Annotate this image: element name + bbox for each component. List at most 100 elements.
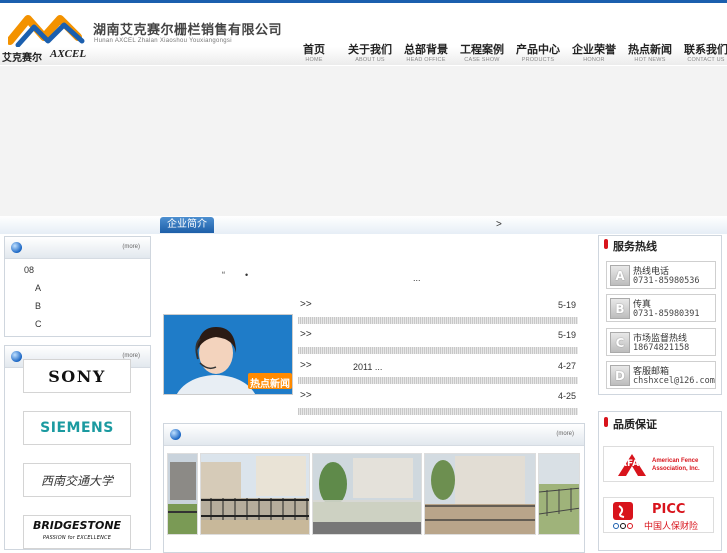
box-header: (more) — [164, 424, 584, 446]
news-title[interactable]: 2011 ... — [353, 362, 382, 372]
afa-text: American Fence Association, Inc. — [652, 458, 700, 472]
nav-about[interactable]: 关于我们 ABOUT US — [342, 43, 398, 69]
bridgestone-tagline: PASSION for EXCELLENCE — [42, 535, 112, 541]
blue-ball-icon — [11, 351, 22, 362]
case-photo-image — [168, 454, 197, 534]
nav-label: 总部背景 — [404, 43, 448, 56]
olympic-emblem-icon — [613, 502, 633, 529]
case-photo[interactable] — [538, 453, 580, 535]
axcel-logo-icon[interactable] — [8, 11, 86, 47]
contact-email[interactable]: D 客服邮箱 chshxcel@126.com — [606, 361, 716, 389]
news-date: 5-19 — [557, 330, 576, 340]
case-photo-image — [425, 454, 535, 534]
quality-title: 品质保证 — [613, 418, 657, 431]
double-arrow-icon: >> — [300, 299, 312, 310]
nav-label: 产品中心 — [516, 43, 560, 56]
contact-value: 0731-85980391 — [633, 309, 700, 319]
partner-logo-siemens[interactable]: SIEMENS — [23, 411, 131, 445]
contact-value: 0731-85980536 — [633, 276, 700, 286]
company-name-cn: 湖南艾克赛尔栅栏销售有限公司 — [93, 23, 283, 38]
nav-home[interactable]: 首页 HOME — [286, 43, 342, 69]
news-item[interactable]: >> 2011 ... 4-27 — [298, 360, 578, 374]
tree-item[interactable]: C — [35, 319, 42, 329]
double-arrow-icon: >> — [300, 390, 312, 401]
case-photo-image — [313, 454, 421, 534]
jiaotong-logo: 西南交通大学 — [40, 473, 113, 488]
letter-b-icon: B — [610, 298, 630, 319]
nav-sub: HEAD OFFICE — [406, 57, 446, 63]
red-pin-icon — [604, 239, 608, 249]
blue-ball-icon — [11, 242, 22, 253]
intro-quote: “ — [222, 270, 225, 280]
nav-contact[interactable]: 联系我们 CONTACT US — [678, 43, 727, 69]
nav-honor[interactable]: 企业荣誉 HONOR — [566, 43, 622, 69]
hot-news-photo[interactable]: 热点新闻 — [163, 314, 293, 395]
logo-text-cn: 艾克赛尔 — [2, 53, 42, 64]
case-photo-image — [539, 454, 579, 534]
nav-label: 联系我们 — [684, 43, 727, 56]
news-divider — [298, 347, 578, 354]
sony-logo: SONY — [48, 366, 106, 386]
nav-case-show[interactable]: 工程案例 CASE SHOW — [454, 43, 510, 69]
news-photo-caption: 热点新闻 — [250, 379, 290, 390]
tree-item[interactable]: A — [35, 283, 41, 293]
product-category-box: (more) 08 A B C — [4, 236, 151, 337]
bridgestone-name: BRIDGESTONE — [32, 519, 122, 532]
letter-a-icon: A — [610, 265, 630, 286]
partner-logo-jiaotong[interactable]: 西南交通大学 — [23, 463, 131, 497]
partner-logo-sony[interactable]: SONY — [23, 359, 131, 393]
blue-ball-icon — [170, 429, 181, 440]
double-arrow-icon: >> — [300, 329, 312, 340]
contact-fax[interactable]: B 传真 0731-85980391 — [606, 294, 716, 322]
tab-company-intro[interactable]: 企业简介 — [160, 217, 214, 233]
contact-value: chshxcel@126.com — [633, 376, 715, 386]
nav-hot-news[interactable]: 热点新闻 HOT NEWS — [622, 43, 678, 69]
case-photo[interactable] — [424, 453, 536, 535]
news-date: 5-19 — [557, 300, 576, 310]
nav-label: 关于我们 — [348, 43, 392, 56]
more-link[interactable]: (more) — [556, 431, 574, 437]
partner-logo-bridgestone[interactable]: BRIDGESTONE PASSION for EXCELLENCE — [23, 515, 131, 549]
news-item[interactable]: >> 5-19 — [298, 299, 578, 313]
nav-products[interactable]: 产品中心 PRODUCTS — [510, 43, 566, 69]
news-date: 4-25 — [557, 391, 576, 401]
nav-head-office[interactable]: 总部背景 HEAD OFFICE — [398, 43, 454, 69]
siemens-logo: SIEMENS — [40, 420, 114, 436]
nav-sub: HONOR — [583, 57, 605, 63]
banner-area — [0, 66, 727, 216]
case-photo[interactable] — [167, 453, 198, 535]
afa-certificate[interactable]: AFA American Fence Association, Inc. — [603, 446, 714, 482]
case-photo[interactable] — [312, 453, 422, 535]
about-marker: > — [496, 219, 502, 230]
contact-hotline[interactable]: A 热线电话 0731-85980536 — [606, 261, 716, 289]
news-divider — [298, 408, 578, 415]
nav-label: 首页 — [303, 43, 325, 56]
case-photo[interactable] — [200, 453, 310, 535]
main-nav: 首页 HOME 关于我们 ABOUT US 总部背景 HEAD OFFICE 工程案例… — [286, 43, 727, 69]
nav-sub: CASE SHOW — [464, 57, 500, 63]
nav-label: 企业荣誉 — [572, 43, 616, 56]
tree-item[interactable]: 08 — [24, 265, 34, 275]
news-date: 4-27 — [557, 361, 576, 371]
more-link[interactable]: (more) — [122, 244, 140, 250]
intro-ellipsis[interactable]: ... — [413, 273, 421, 283]
nav-sub: PRODUCTS — [521, 57, 555, 63]
contact-supervision[interactable]: C 市场监督热线 18674821158 — [606, 328, 716, 356]
logo-text-en: AXCEL — [50, 48, 87, 60]
news-item[interactable]: >> 4-25 — [298, 390, 578, 404]
nav-sub: CONTACT US — [687, 57, 725, 63]
section-stripe — [0, 216, 727, 234]
tree-item[interactable]: B — [35, 301, 41, 311]
red-pin-icon — [604, 417, 608, 427]
picc-mark: PICC — [652, 502, 686, 517]
site-header: 艾克赛尔 AXCEL 湖南艾克赛尔栅栏销售有限公司 Hunan AXCEL Zh… — [0, 3, 727, 69]
news-item[interactable]: >> 5-19 — [298, 329, 578, 343]
nav-sub: HOT NEWS — [634, 57, 666, 63]
picc-text: 中国人保财险 — [644, 522, 699, 532]
case-photo-image — [201, 454, 309, 534]
nav-sub: HOME — [305, 57, 323, 63]
service-title: 服务热线 — [613, 240, 657, 253]
double-arrow-icon: >> — [300, 360, 312, 371]
picc-certificate[interactable]: PICC 中国人保财险 — [603, 497, 714, 533]
afa-mark: AFA — [620, 459, 640, 469]
